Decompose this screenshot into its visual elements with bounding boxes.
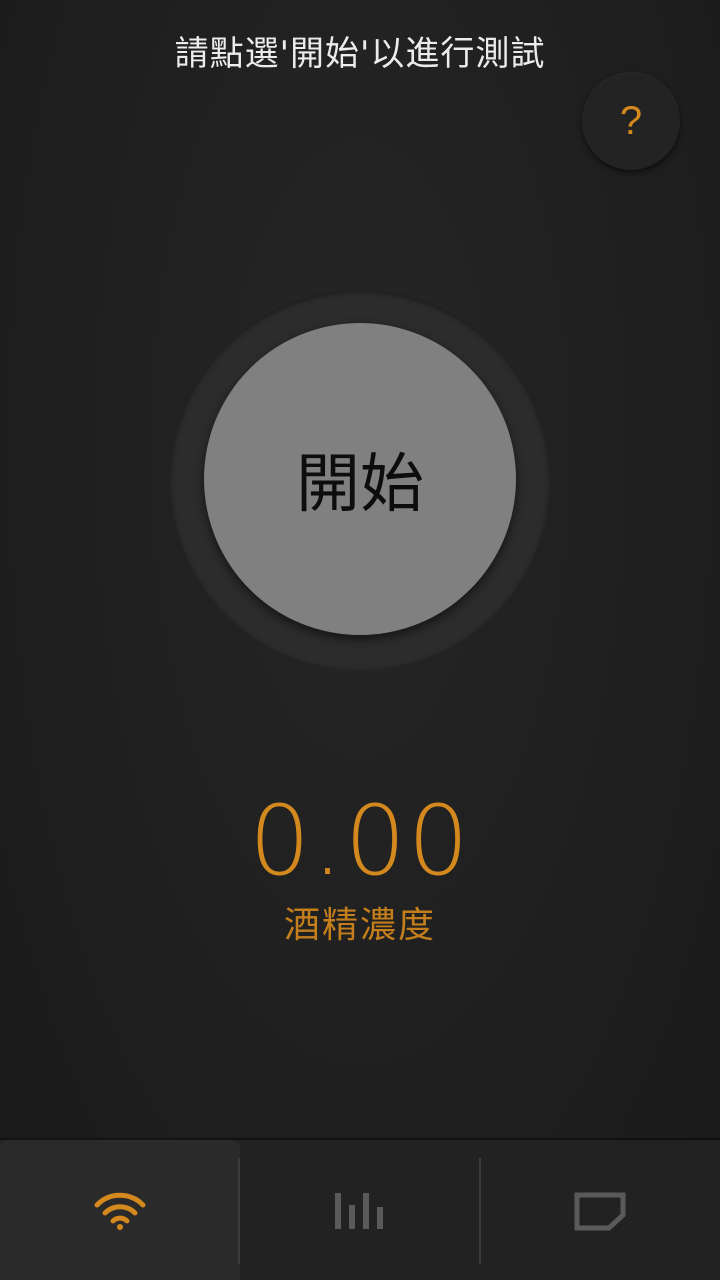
start-button[interactable]: 開始 [204, 323, 516, 635]
bottom-tab-bar [0, 1138, 720, 1280]
wifi-signal-icon [94, 1192, 146, 1230]
alcohol-reading-label: 酒精濃度 [283, 905, 436, 946]
instruction-text: 請點選'開始'以進行測試 [174, 34, 546, 74]
note-icon [574, 1192, 626, 1231]
help-button-label: ? [619, 98, 643, 143]
tab-divider [479, 1158, 481, 1264]
tab-measure[interactable] [0, 1140, 240, 1280]
bar-chart-icon [335, 1193, 383, 1229]
breathalyzer-screen: 請點選'開始'以進行測試 ? 開始 0.00 酒精濃度 [0, 0, 720, 1280]
start-button-label: 開始 [296, 448, 424, 522]
alcohol-reading-value: 0.00 [249, 785, 471, 897]
tab-divider [238, 1158, 240, 1264]
tab-history[interactable] [240, 1140, 480, 1280]
tab-notes[interactable] [480, 1140, 720, 1280]
help-button[interactable]: ? [582, 72, 680, 170]
